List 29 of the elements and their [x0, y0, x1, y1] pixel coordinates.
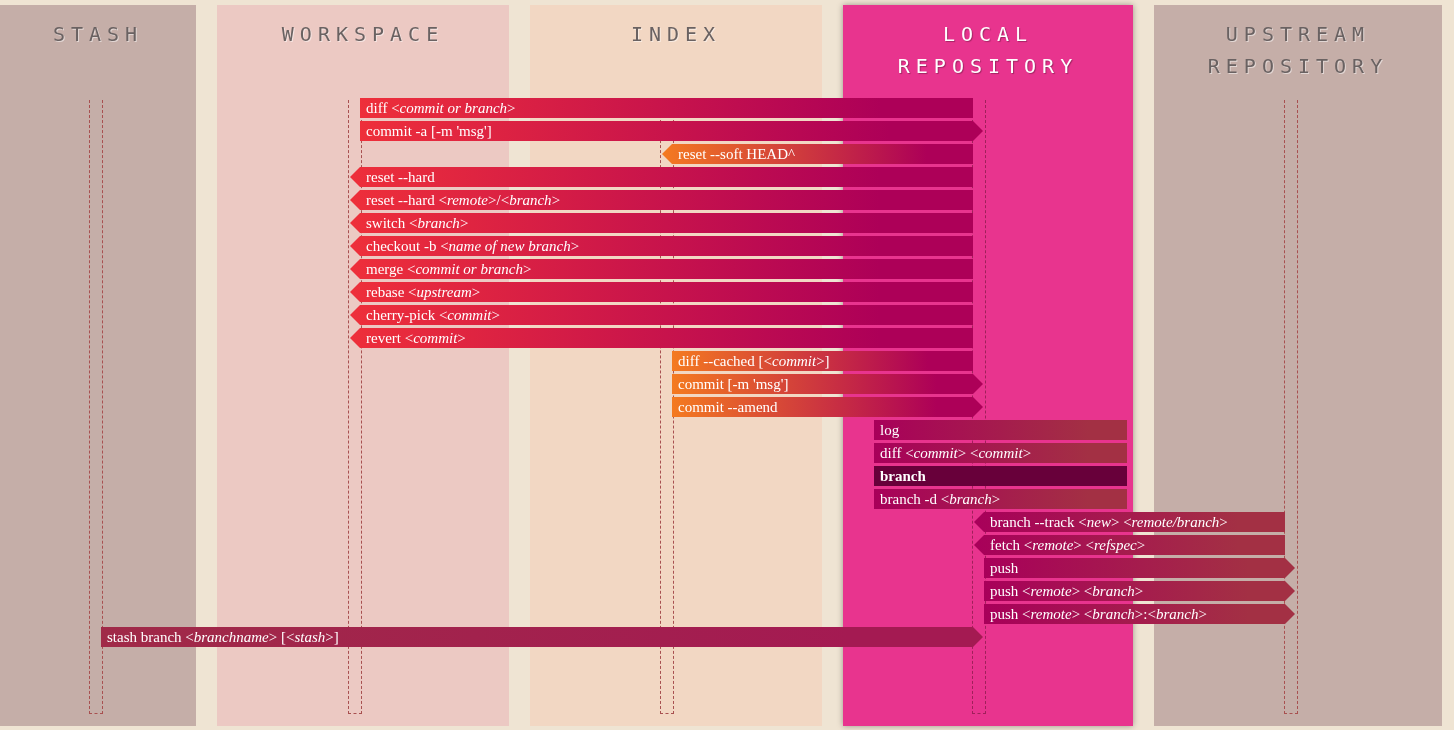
- command-bar[interactable]: cherry-pick <commit>: [350, 305, 973, 325]
- command-bar[interactable]: checkout -b <name of new branch>: [350, 236, 973, 256]
- command-bar[interactable]: commit [-m 'msg']: [672, 374, 983, 394]
- command-bar[interactable]: push <remote> <branch>:<branch>: [984, 604, 1295, 624]
- command-bar[interactable]: switch <branch>: [350, 213, 973, 233]
- column-title: LOCAL REPOSITORY: [896, 21, 1080, 80]
- command-bar[interactable]: stash branch <branchname> [<stash>]: [101, 627, 983, 647]
- column-title: INDEX: [630, 21, 722, 48]
- command-bar[interactable]: branch --track <new> <remote/branch>: [974, 512, 1285, 532]
- column-title: WORKSPACE: [281, 21, 445, 48]
- command-bar[interactable]: merge <commit or branch>: [350, 259, 973, 279]
- command-bar[interactable]: diff --cached [<commit>]: [672, 351, 973, 371]
- command-bar[interactable]: rebase <upstream>: [350, 282, 973, 302]
- command-bar[interactable]: branch -d <branch>: [874, 489, 1127, 509]
- column-title: STASH: [52, 21, 144, 48]
- command-bar[interactable]: commit --amend: [672, 397, 983, 417]
- command-bar[interactable]: diff <commit or branch>: [360, 98, 973, 118]
- command-bar[interactable]: push <remote> <branch>: [984, 581, 1295, 601]
- command-bar[interactable]: push: [984, 558, 1295, 578]
- command-bar[interactable]: reset --soft HEAD^: [662, 144, 973, 164]
- command-bar[interactable]: fetch <remote> <refspec>: [974, 535, 1285, 555]
- command-bar[interactable]: log: [874, 420, 1127, 440]
- command-bar[interactable]: reset --hard: [350, 167, 973, 187]
- column-title: UPSTREAM REPOSITORY: [1206, 21, 1390, 80]
- command-bar[interactable]: revert <commit>: [350, 328, 973, 348]
- command-bar[interactable]: diff <commit> <commit>: [874, 443, 1127, 463]
- command-bar[interactable]: branch: [874, 466, 1127, 486]
- command-bar[interactable]: reset --hard <remote>/<branch>: [350, 190, 973, 210]
- command-bar[interactable]: commit -a [-m 'msg']: [360, 121, 983, 141]
